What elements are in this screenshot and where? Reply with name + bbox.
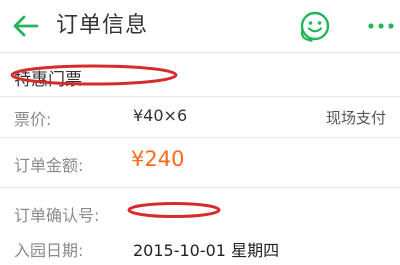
entry-date-value: 2015-10-01 星期四 bbox=[133, 241, 280, 260]
payment-type: 现场支付 bbox=[325, 109, 386, 127]
amount-label: 订单金额: bbox=[14, 156, 84, 175]
entry-date-label: 入园日期: bbox=[14, 241, 84, 260]
ticket-name: 特惠门票 bbox=[14, 70, 82, 90]
page-title: 订单信息 bbox=[56, 13, 149, 38]
price-value: ¥40×6 bbox=[133, 106, 188, 125]
customer-service-icon[interactable] bbox=[298, 9, 332, 43]
entry-date-row: 入园日期: 2015-10-01 星期四 bbox=[0, 230, 400, 265]
ticket-name-row: 特惠门票 bbox=[0, 52, 400, 97]
amount-value: ¥240 bbox=[131, 147, 185, 171]
price-row: 票价: ¥40×6 现场支付 bbox=[0, 97, 400, 137]
more-icon[interactable] bbox=[366, 12, 396, 40]
price-label: 票价: bbox=[14, 110, 52, 129]
back-arrow-icon[interactable] bbox=[10, 10, 42, 42]
amount-row: 订单金额: ¥240 bbox=[0, 138, 400, 187]
top-bar: 订单信息 bbox=[0, 0, 400, 53]
confirmation-row: 订单确认号: bbox=[0, 188, 400, 230]
redaction-mark bbox=[127, 202, 221, 218]
confirmation-label: 订单确认号: bbox=[14, 206, 100, 225]
